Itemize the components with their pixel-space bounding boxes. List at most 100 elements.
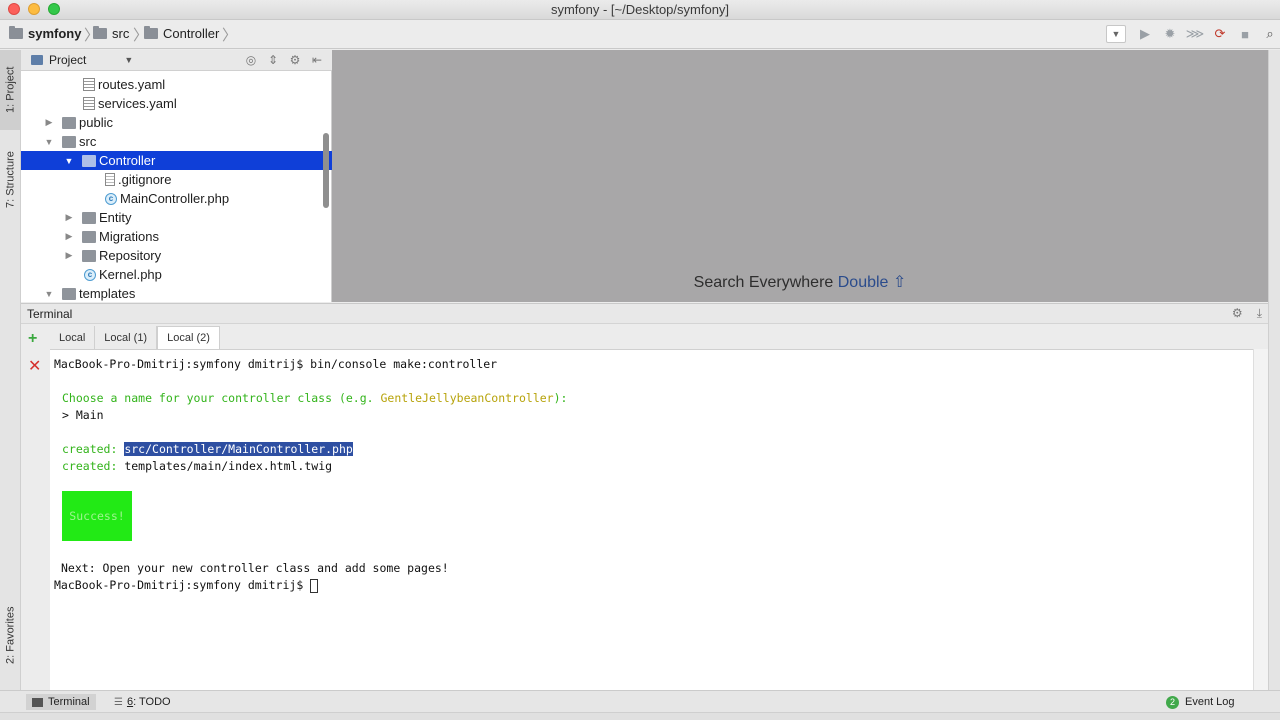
close-session-icon[interactable]: ✕ — [28, 356, 41, 376]
breadcrumb-src[interactable]: src — [93, 26, 129, 41]
collapse-arrow-icon[interactable]: ▼ — [44, 137, 54, 147]
tree-scrollbar[interactable] — [323, 133, 329, 208]
status-bar — [0, 712, 1280, 720]
example-name: GentleJellybeanController — [380, 391, 554, 405]
terminal-icon — [32, 697, 43, 707]
stop-icon[interactable]: ■ — [1235, 24, 1255, 44]
project-view-selector[interactable]: Project ▼ — [31, 53, 133, 67]
collapse-arrow-icon[interactable]: ▼ — [64, 156, 74, 166]
breadcrumb-controller[interactable]: Controller — [144, 26, 219, 41]
expand-arrow-icon[interactable]: ▶ — [64, 231, 74, 242]
tree-item[interactable]: ▶ public — [21, 113, 332, 132]
title-bar: symfony - [~/Desktop/symfony] — [0, 0, 1280, 20]
run-toolbar: ▼ ▶ ✹ ⋙ ⟳ ■ ⌕ — [1106, 24, 1280, 44]
terminal-title: Terminal — [27, 307, 73, 321]
event-log-tool-button[interactable]: 2 Event Log — [1166, 694, 1235, 710]
gear-icon[interactable]: ⚙ — [286, 52, 304, 68]
breadcrumb-label: symfony — [28, 26, 82, 41]
question-text: Choose a name for your controller class … — [62, 391, 381, 405]
created-label: created: — [62, 459, 118, 473]
project-tree: routes.yaml services.yaml ▶ public ▼ src… — [21, 75, 332, 302]
folder-icon — [82, 230, 96, 243]
collapse-arrow-icon[interactable]: ▼ — [44, 289, 54, 299]
next-line: Next: Open your new controller class and… — [61, 561, 449, 575]
terminal-tool-button[interactable]: Terminal — [26, 694, 96, 710]
expand-arrow-icon[interactable]: ▶ — [64, 212, 74, 223]
tree-item[interactable]: ▼ templates — [21, 284, 332, 302]
folder-icon — [144, 26, 158, 39]
hide-panel-icon[interactable]: ⤓ — [1257, 306, 1262, 321]
tool-button-label: : TODO — [133, 696, 171, 708]
new-session-icon[interactable]: + — [28, 330, 37, 348]
tab-local-2[interactable]: Local (2) — [157, 326, 220, 349]
tree-item-label: templates — [79, 286, 136, 301]
todo-tool-button[interactable]: ☰ 6: TODO — [114, 694, 171, 710]
tree-item[interactable]: .gitignore — [21, 170, 332, 189]
run-icon[interactable]: ▶ — [1135, 24, 1155, 44]
breadcrumb-label: src — [112, 26, 130, 41]
locate-icon[interactable]: ◎ — [242, 52, 260, 68]
terminal-output[interactable]: MacBook-Pro-Dmitrij:symfony dmitrij$ bin… — [50, 349, 1253, 690]
tree-item[interactable]: ▶ Migrations — [21, 227, 332, 246]
tree-item-label: Kernel.php — [99, 267, 162, 282]
expand-arrow-icon[interactable]: ▶ — [64, 250, 74, 261]
folder-icon — [82, 154, 96, 167]
expand-arrow-icon[interactable]: ▶ — [44, 117, 54, 128]
breadcrumb-symfony[interactable]: symfony — [9, 26, 81, 41]
yaml-file-icon — [83, 97, 95, 110]
tree-item[interactable]: ▶ Repository — [21, 246, 332, 265]
event-count-badge: 2 — [1166, 695, 1179, 709]
command-line: MacBook-Pro-Dmitrij:symfony dmitrij$ bin… — [54, 357, 498, 371]
editor-empty-area[interactable]: Search Everywhere Double ⇧ — [332, 50, 1268, 302]
tab-local-1[interactable]: Local (1) — [95, 326, 158, 349]
search-icon[interactable]: ⌕ — [1260, 24, 1280, 44]
tree-item-label: services.yaml — [98, 96, 177, 111]
tree-item[interactable]: ▼ src — [21, 132, 332, 151]
favorites-tool-button[interactable]: 2: Favorites — [0, 590, 21, 680]
profile-icon[interactable]: ⟳ — [1210, 24, 1230, 44]
collapse-all-icon[interactable]: ⇕ — [264, 52, 282, 68]
run-config-dropdown[interactable]: ▼ — [1106, 25, 1126, 43]
tree-item-label: routes.yaml — [98, 77, 166, 92]
debug-icon[interactable]: ✹ — [1160, 24, 1180, 44]
text-file-icon — [105, 173, 115, 186]
created-line: created: templates/main/index.html.twig — [62, 459, 332, 474]
hint-shortcut: Double ⇧ — [837, 274, 907, 291]
search-everywhere-hint: Search Everywhere Double ⇧ — [332, 272, 1268, 292]
structure-tool-button[interactable]: 7: Structure — [0, 140, 21, 220]
window-title: symfony - [~/Desktop/symfony] — [550, 2, 730, 17]
prompt-question: Choose a name for your controller class … — [62, 391, 567, 406]
tool-window-bar: Terminal ☰ 6: TODO 2 Event Log — [0, 690, 1280, 712]
tree-item[interactable]: c MainController.php — [21, 189, 332, 208]
project-tool-button[interactable]: 1: Project — [0, 50, 21, 130]
created-path-selected[interactable]: src/Controller/MainController.php — [124, 442, 353, 456]
coverage-icon[interactable]: ⋙ — [1185, 24, 1205, 44]
created-line: created: src/Controller/MainController.p… — [62, 442, 353, 457]
terminal-side-toolbar: + ✕ — [21, 324, 50, 690]
tree-item-selected[interactable]: ▼ Controller — [21, 151, 332, 170]
project-icon — [31, 55, 43, 65]
terminal-header: Terminal ⚙ ⤓ — [21, 303, 1268, 324]
tree-item[interactable]: c Kernel.php — [21, 265, 332, 284]
terminal-cursor — [310, 578, 319, 593]
created-label: created: — [62, 442, 118, 456]
terminal-scrollbar[interactable] — [1253, 349, 1268, 690]
chevron-down-icon: ▼ — [124, 55, 134, 65]
tree-item-label: src — [79, 134, 97, 149]
tree-item[interactable]: routes.yaml — [21, 75, 332, 94]
tool-button-label: Event Log — [1185, 696, 1235, 708]
tab-local[interactable]: Local — [50, 326, 96, 349]
panel-title: Project — [49, 53, 87, 67]
todo-icon: ☰ — [114, 696, 123, 708]
folder-icon — [82, 211, 96, 224]
left-tool-stripe: 1: Project 7: Structure 2: Favorites — [0, 50, 21, 690]
project-panel: Project ▼ ◎ ⇕ ⚙ ⇤ routes.yaml services.y… — [21, 50, 332, 302]
tree-item-label: Repository — [99, 248, 162, 263]
folder-icon — [9, 26, 23, 39]
folder-icon — [93, 26, 107, 39]
tree-item[interactable]: ▶ Entity — [21, 208, 332, 227]
gear-icon[interactable]: ⚙ — [1232, 306, 1243, 321]
hide-panel-icon[interactable]: ⇤ — [308, 52, 326, 68]
tree-item[interactable]: services.yaml — [21, 94, 332, 113]
tree-item-label: MainController.php — [120, 191, 230, 206]
